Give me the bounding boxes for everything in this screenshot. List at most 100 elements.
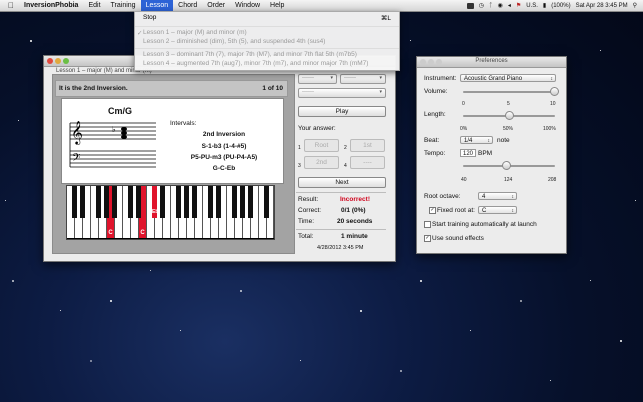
black-key[interactable]: [264, 186, 269, 218]
volume-tick-5: 5: [507, 101, 510, 107]
display-icon[interactable]: [466, 2, 474, 9]
length-label: Length:: [424, 111, 446, 118]
time-machine-icon[interactable]: ◷: [479, 2, 484, 9]
answer-2nd-button[interactable]: 2nd: [304, 156, 339, 169]
grand-staff: 𝄞 𝄢 ♭: [69, 120, 156, 168]
chevron-updown-icon: ↕: [511, 194, 515, 200]
beat-popup[interactable]: 1/4 ↕: [460, 136, 493, 144]
preferences-titlebar: Preferences: [417, 57, 566, 68]
menu-separator: [135, 48, 399, 49]
total-label: Total:: [298, 233, 314, 240]
answer-num-1: 1: [298, 145, 301, 151]
note-head-c: [121, 131, 127, 135]
menu-item-lesson-1[interactable]: Lesson 1 – major (M) and minor (m): [143, 29, 247, 36]
clock[interactable]: Sat Apr 28 3:45 PM: [576, 3, 628, 9]
fixed-root-checkbox[interactable]: ✓: [429, 207, 436, 214]
menu-training[interactable]: Training: [106, 0, 141, 11]
popup-value: ------: [302, 89, 314, 95]
note-head-g: [121, 135, 127, 139]
menu-chord[interactable]: Chord: [173, 0, 202, 11]
black-key[interactable]: [80, 186, 85, 218]
black-key-highlighted[interactable]: Eb: [152, 186, 159, 218]
chevron-down-icon: ▾: [330, 75, 333, 81]
instrument-value: Acoustic Grand Piano: [464, 76, 523, 82]
menu-item-lesson-2[interactable]: Lesson 2 – diminished (dim), 5th (5), an…: [143, 38, 325, 45]
instrument-popup[interactable]: Acoustic Grand Piano ↕: [460, 74, 556, 82]
menu-item-stop[interactable]: Stop: [143, 14, 156, 21]
black-key[interactable]: [136, 186, 141, 218]
menu-app-name[interactable]: InversionPhobia: [19, 0, 83, 11]
black-key[interactable]: [96, 186, 101, 218]
interval-degrees: S-1-b3 (1-4-#5): [201, 143, 247, 150]
black-key[interactable]: [184, 186, 189, 218]
bluetooth-icon[interactable]: ᛏ: [489, 3, 493, 9]
next-button[interactable]: Next: [298, 177, 386, 188]
volume-slider-knob[interactable]: [550, 87, 559, 96]
time-label: Time:: [298, 218, 315, 225]
answer-3rd-button[interactable]: ----: [350, 156, 385, 169]
sound-effects-checkbox[interactable]: ✓: [424, 235, 431, 242]
play-button[interactable]: Play: [298, 106, 386, 117]
sound-effects-label: Use sound effects: [432, 235, 484, 242]
menu-lesson[interactable]: Lesson: [140, 0, 174, 11]
bass-clef-icon: 𝄢: [72, 152, 80, 167]
status-area: ◷ ᛏ ◉ ◂ ⚑ U.S. ▮ (100%) Sat Apr 28 3:45 …: [466, 0, 637, 11]
black-key[interactable]: [112, 186, 117, 218]
answer-num-3: 3: [298, 163, 301, 169]
black-key[interactable]: [208, 186, 213, 218]
tempo-slider-knob[interactable]: [502, 161, 511, 170]
fixed-root-value: C: [482, 208, 487, 214]
menu-order[interactable]: Order: [202, 0, 230, 11]
menu-window[interactable]: Window: [230, 0, 265, 11]
minimize-button[interactable]: [55, 58, 61, 64]
black-key[interactable]: [104, 186, 109, 218]
chord-type-popup-3[interactable]: ------ ▾: [298, 88, 386, 98]
length-slider-knob[interactable]: [505, 111, 514, 120]
menu-item-lesson-4[interactable]: Lesson 4 – augmented 7th (aug7), minor 7…: [143, 60, 368, 67]
black-key[interactable]: [176, 186, 181, 218]
beat-unit: note: [497, 137, 510, 144]
instrument-label: Instrument:: [424, 75, 457, 82]
answer-1st-button[interactable]: 1st: [350, 139, 385, 152]
tempo-label: Tempo:: [424, 150, 446, 157]
input-source-label[interactable]: U.S.: [526, 3, 538, 9]
root-octave-popup[interactable]: 4 ↕: [478, 192, 517, 200]
volume-slider[interactable]: [463, 91, 555, 93]
answer-root-button[interactable]: Root: [304, 139, 339, 152]
spotlight-icon[interactable]: ⚲: [633, 2, 637, 9]
beat-label: Beat:: [424, 137, 440, 144]
menu-item-lesson-3[interactable]: Lesson 3 – dominant 7th (7), major 7th (…: [143, 51, 357, 58]
piano-keyboard[interactable]: C C Eb: [66, 185, 275, 240]
black-key[interactable]: [240, 186, 245, 218]
menu-help[interactable]: Help: [265, 0, 289, 11]
fixed-root-popup[interactable]: C ↕: [478, 206, 517, 214]
black-key[interactable]: [232, 186, 237, 218]
chord-type-popup-2[interactable]: ------ ▾: [340, 74, 386, 84]
flat-sign-icon: ♭: [112, 125, 116, 134]
chord-type-popup-1[interactable]: ------ ▾: [298, 74, 337, 84]
black-key[interactable]: [216, 186, 221, 218]
volume-icon[interactable]: ◂: [508, 2, 511, 9]
close-button[interactable]: [47, 58, 53, 64]
black-key[interactable]: [128, 186, 133, 218]
apple-menu-icon[interactable]: : [0, 1, 19, 10]
chord-name: Cm/G: [108, 106, 133, 116]
wifi-icon[interactable]: ◉: [498, 2, 503, 9]
chevron-down-icon: ▾: [379, 89, 382, 95]
battery-icon[interactable]: ▮: [543, 2, 546, 9]
black-key[interactable]: [72, 186, 77, 218]
flag-icon[interactable]: ⚑: [516, 2, 521, 9]
black-key[interactable]: [248, 186, 253, 218]
key-label-c-high: C: [140, 230, 145, 236]
zoom-button[interactable]: [63, 58, 69, 64]
stop-shortcut: ⌘L: [380, 15, 391, 22]
tempo-field[interactable]: 120: [460, 149, 476, 157]
lesson-info-bar: It is the 2nd Inversion. 1 of 10: [55, 80, 288, 97]
key-label-eb: Eb: [152, 209, 159, 215]
popup-value: ------: [344, 75, 356, 81]
start-training-checkbox[interactable]: [424, 221, 431, 228]
time-value: 20 seconds: [337, 218, 373, 225]
menu-edit[interactable]: Edit: [83, 0, 105, 11]
black-key[interactable]: [160, 186, 165, 218]
black-key[interactable]: [192, 186, 197, 218]
